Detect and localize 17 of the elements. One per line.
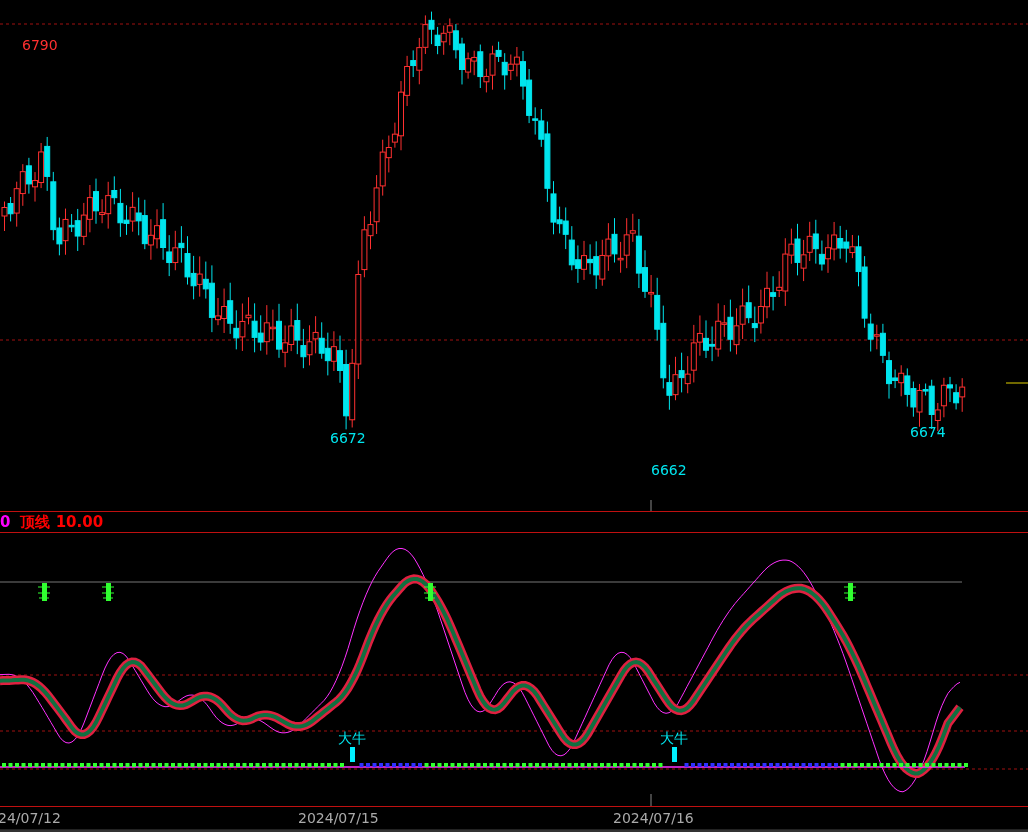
signal-marker-icon [843,583,857,601]
price-label: 6674 [910,424,946,440]
price-label: 6790 [22,37,58,53]
date-label: 2024/07/16 [613,810,694,826]
signal-label: 大牛 [660,730,688,746]
signal-marker-icon [101,583,115,601]
signal-marker-icon [423,583,437,601]
indicator-legend: 0 [0,513,11,531]
price-marker-line [1005,382,1028,384]
price-label: 6672 [330,430,366,446]
signal-bar [350,747,355,762]
signal-marker-icon [37,583,51,601]
indicator-legend: 顶线 10.00 [20,512,104,532]
price-label: 6662 [651,462,687,478]
date-label: 2024/07/15 [298,810,379,826]
signal-bar [672,747,677,762]
signal-label: 大牛 [338,730,366,746]
